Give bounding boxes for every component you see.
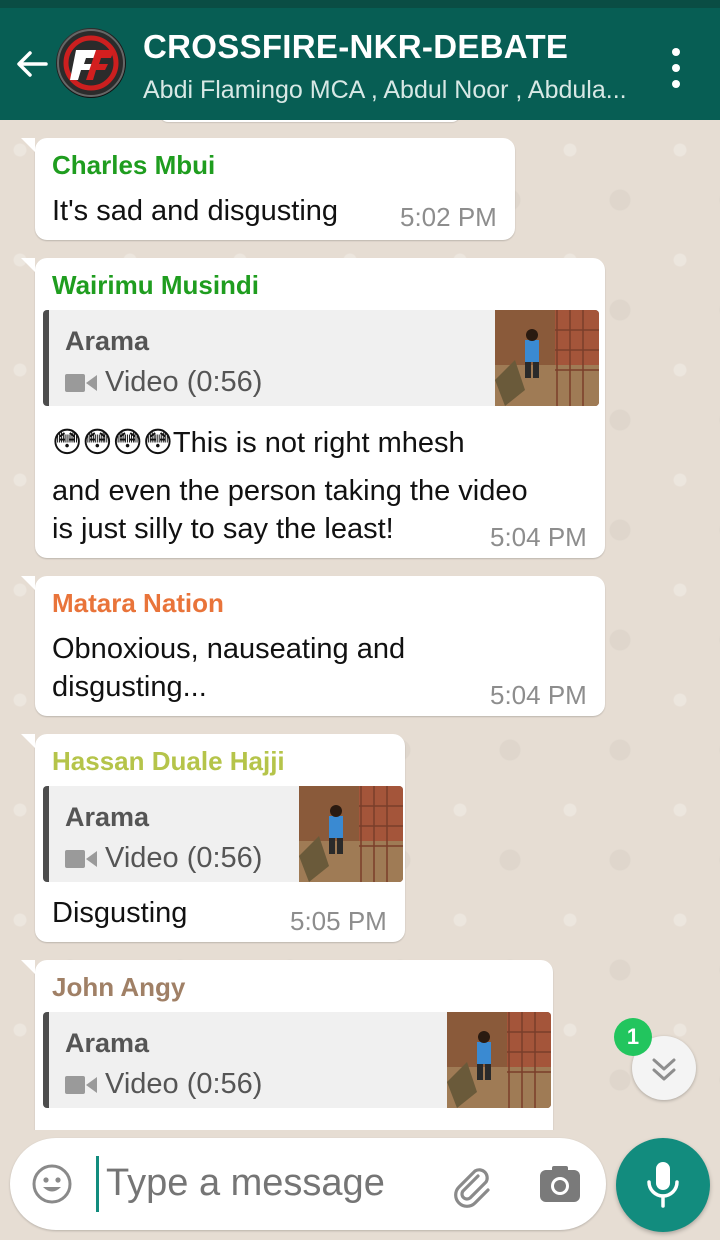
more-vert-icon[interactable]	[664, 48, 688, 88]
message-sender[interactable]: Hassan Duale Hajji	[52, 746, 285, 777]
message-sender[interactable]: Wairimu Musindi	[52, 270, 259, 301]
message-bubble[interactable]: Charles Mbui It's sad and disgusting 5:0…	[21, 138, 515, 240]
group-avatar[interactable]	[56, 28, 126, 98]
mic-icon	[647, 1162, 679, 1208]
message-sender[interactable]: Charles Mbui	[52, 150, 215, 181]
chat-title[interactable]: CROSSFIRE-NKR-DEBATE	[143, 28, 568, 66]
message-input[interactable]	[106, 1162, 436, 1205]
message-text: disgusting...	[52, 671, 207, 703]
message-composer	[10, 1138, 606, 1230]
message-time: 5:04 PM	[490, 522, 587, 552]
chat-participants[interactable]: Abdi Flamingo MCA , Abdul Noor , Abdula.…	[143, 76, 643, 105]
quoted-video-label: Video (0:56)	[65, 366, 262, 399]
back-arrow-icon[interactable]	[12, 44, 52, 84]
video-thumbnail[interactable]	[447, 1012, 551, 1108]
message-sender[interactable]: John Angy	[52, 972, 185, 1003]
message-time: 5:05 PM	[290, 906, 387, 936]
camera-icon[interactable]	[538, 1164, 582, 1204]
quoted-video-label: Video (0:56)	[65, 1068, 262, 1101]
text-cursor	[96, 1156, 99, 1212]
quoted-sender: Arama	[65, 802, 150, 832]
emoji-icon[interactable]	[30, 1162, 74, 1206]
message-text: It's sad and disgusting	[52, 195, 339, 227]
message-time: 5:04 PM	[490, 680, 587, 710]
quoted-video-label: Video (0:56)	[65, 842, 262, 875]
message-bubble[interactable]: Matara Nation Obnoxious, nauseating and …	[21, 576, 605, 716]
quoted-message[interactable]: Arama Video (0:56)	[43, 310, 599, 406]
video-camera-icon	[65, 1075, 97, 1094]
quoted-video-duration: Video (0:56)	[105, 842, 263, 874]
message-bubble[interactable]: Wairimu Musindi Arama Video (0:56) 😳😳😳😳T…	[21, 258, 605, 558]
message-sender[interactable]: Matara Nation	[52, 588, 224, 619]
quoted-video-duration: Video (0:56)	[105, 366, 263, 398]
quoted-message[interactable]: Arama Video (0:56)	[43, 1012, 551, 1108]
message-list[interactable]: Charles Mbui It's sad and disgusting 5:0…	[0, 120, 720, 1130]
quoted-sender: Arama	[65, 326, 150, 356]
attach-icon[interactable]	[448, 1162, 494, 1208]
previous-message-fragment	[160, 120, 460, 122]
video-camera-icon	[65, 373, 97, 392]
status-bar	[0, 0, 720, 8]
crossfire-logo	[57, 29, 125, 97]
message-time: 5:02 PM	[400, 202, 497, 232]
video-thumbnail[interactable]	[495, 310, 599, 406]
mic-button[interactable]	[616, 1138, 710, 1232]
video-camera-icon	[65, 849, 97, 868]
quoted-video-duration: Video (0:56)	[105, 1068, 263, 1100]
message-text: 😳😳😳😳This is not right mhesh	[52, 427, 465, 459]
quoted-sender: Arama	[65, 1028, 150, 1058]
message-bubble[interactable]: Hassan Duale Hajji Arama Video (0:56) Di…	[21, 734, 405, 942]
message-text: Disgusting	[52, 897, 188, 929]
unread-count-badge: 1	[614, 1018, 652, 1056]
quoted-message[interactable]: Arama Video (0:56)	[43, 786, 403, 882]
message-bubble[interactable]: John Angy Arama Video (0:56)	[21, 960, 553, 1130]
video-thumbnail[interactable]	[299, 786, 403, 882]
message-text: Obnoxious, nauseating and	[52, 633, 406, 665]
message-text: is just silly to say the least!	[52, 513, 394, 545]
chat-header: CROSSFIRE-NKR-DEBATE Abdi Flamingo MCA ,…	[0, 8, 720, 120]
message-text: and even the person taking the video	[52, 475, 528, 507]
